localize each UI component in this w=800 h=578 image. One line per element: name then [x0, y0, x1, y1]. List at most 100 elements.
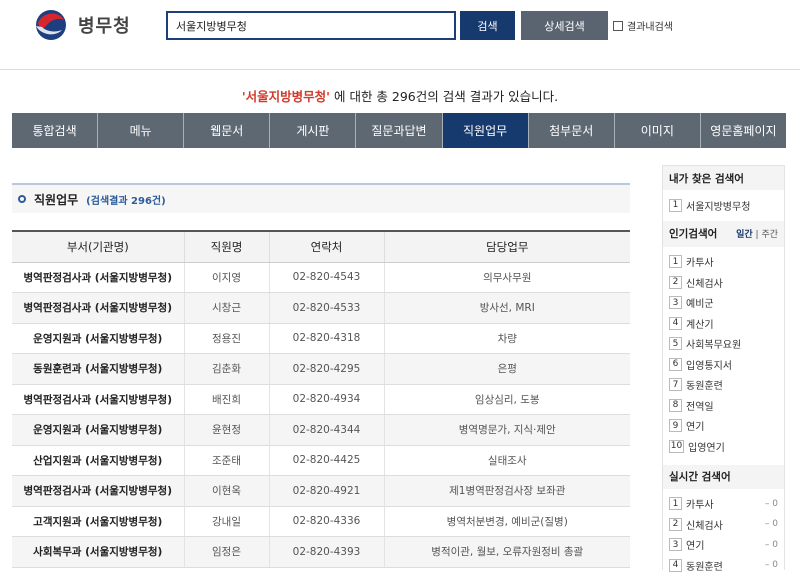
realtime-searches-list: 1 카투사 – 0 2 신체검사 – 0 3 연기 – 0 4 동원훈련 – 0: [663, 489, 784, 578]
cell-staff-name: 정용진: [184, 323, 270, 354]
summary-keyword: '서울지방병무청': [241, 89, 330, 104]
tab-web-documents[interactable]: 웹문서: [184, 113, 271, 148]
cell-duties: 임상심리, 도봉: [384, 384, 630, 415]
table-row[interactable]: 동원훈련과 (서울지방병무청) 김춘화 02-820-4295 은평: [12, 353, 630, 385]
rank-number: 7: [669, 378, 682, 392]
advanced-search-button[interactable]: 상세검색: [521, 11, 608, 40]
col-contact: 연락처: [269, 230, 385, 263]
popular-searches-list: 1 카투사 2 신체검사 3 예비군 4 계산기 5 사회복무요원 6 입영통지서 7 동원훈련 8 전역일 9…: [663, 247, 784, 459]
popular-search-item[interactable]: 10 입영연기: [669, 436, 778, 457]
cell-department: 산업지원과 (서울지방병무청): [12, 445, 185, 476]
tab-english-homepage[interactable]: 영문홈페이지: [700, 113, 786, 148]
cell-duties: 병역처분변경, 예비군(질병): [384, 506, 630, 537]
table-row[interactable]: 사회복무과 (서울지방병무청) 임정은 02-820-4393 병적이관, 월보, 오…: [12, 536, 630, 568]
my-search-item[interactable]: 1 서울지방병무청: [669, 195, 778, 216]
tab-qna[interactable]: 질문과답변: [356, 113, 443, 148]
cell-department: 병역판정검사과 (서울지방병무청): [12, 384, 185, 415]
search-term: 동원훈련: [686, 561, 723, 573]
realtime-search-item[interactable]: 4 동원훈련 – 0: [669, 555, 778, 576]
cell-duties: 제1병역판정검사장 보좌관: [384, 475, 630, 507]
col-department: 부서(기관명): [12, 230, 185, 263]
cell-duties: 은평: [384, 353, 630, 385]
search-term: 연기: [686, 541, 705, 553]
table-row[interactable]: 산업지원과 (서울지방병무청) 조준태 02-820-4425 실태조사: [12, 445, 630, 476]
realtime-search-item[interactable]: 1 카투사 – 0: [669, 494, 778, 515]
col-duties: 담당업무: [384, 230, 630, 263]
tab-images[interactable]: 이미지: [614, 113, 701, 148]
logo-text[interactable]: 병무청: [78, 12, 131, 38]
byeongmucheong-logo-icon[interactable]: [34, 8, 72, 42]
table-row[interactable]: 병역판정검사과 (서울지방병무청) 이현옥 02-820-4921 제1병역판정검사장…: [12, 475, 630, 507]
search-term: 전역일: [686, 401, 714, 413]
within-results-checkbox[interactable]: [613, 20, 623, 31]
search-button[interactable]: 검색: [460, 11, 515, 40]
table-row[interactable]: 운영지원과 (서울지방병무청) 윤현정 02-820-4344 병역명문가, 지식·제…: [12, 414, 630, 446]
realtime-search-item[interactable]: 3 연기 – 0: [669, 535, 778, 556]
cell-contact: 02-820-4344: [269, 414, 385, 446]
col-staff-name: 직원명: [184, 230, 270, 263]
search-term: 연기: [686, 422, 705, 434]
result-summary: '서울지방병무청' 에 대한 총 296건의 검색 결과가 있습니다.: [0, 86, 800, 105]
cell-contact: 02-820-4934: [269, 384, 385, 415]
cell-department: 병역판정검사과 (서울지방병무청): [12, 475, 185, 507]
popular-search-item[interactable]: 9 연기: [669, 416, 778, 437]
search-within-results[interactable]: 결과내검색: [613, 18, 673, 33]
cell-department: 운영지원과 (서울지방병무청): [12, 323, 185, 354]
popular-searches-header: 인기검색어 일간 | 주간: [663, 220, 784, 247]
popular-search-item[interactable]: 5 사회복무요원: [669, 334, 778, 355]
sidebar: 내가 찾은 검색어 1 서울지방병무청 인기검색어 일간 | 주간 1 카투사 2 신…: [662, 165, 785, 573]
table-row[interactable]: 고객지원과 (서울지방병무청) 강내일 02-820-4336 병역처분변경, 예비군…: [12, 506, 630, 537]
search-term: 카투사: [686, 258, 714, 270]
popular-search-item[interactable]: 1 카투사: [669, 252, 778, 273]
popular-search-item[interactable]: 8 전역일: [669, 395, 778, 416]
rank-number: 10: [669, 439, 684, 453]
rank-number: 4: [669, 316, 682, 330]
cell-staff-name: 윤현정: [184, 414, 270, 446]
period-toggle: 일간 | 주간: [736, 230, 778, 240]
rank-number: 1: [669, 198, 682, 212]
cell-duties: 병역명문가, 지식·제안: [384, 414, 630, 446]
cell-department: 병역판정검사과 (서울지방병무청): [12, 292, 185, 324]
cell-staff-name: 강내일: [184, 506, 270, 537]
table-row[interactable]: 병역판정검사과 (서울지방병무청) 이지영 02-820-4543 의무사무원: [12, 262, 630, 293]
table-row[interactable]: 운영지원과 (서울지방병무청) 정용진 02-820-4318 차량: [12, 323, 630, 354]
table-row[interactable]: 병역판정검사과 (서울지방병무청) 시창근 02-820-4533 방사선, MRI: [12, 292, 630, 324]
rank-number: 3: [669, 538, 682, 552]
bullet-circle-icon: [18, 195, 26, 203]
tab-attachments[interactable]: 첨부문서: [528, 113, 615, 148]
popular-search-item[interactable]: 2 신체검사: [669, 272, 778, 293]
tab-integrated[interactable]: 통합검색: [12, 113, 99, 148]
cell-contact: 02-820-4336: [269, 506, 385, 537]
table-row[interactable]: 병역판정검사과 (서울지방병무청) 배진희 02-820-4934 임상심리, 도봉: [12, 384, 630, 415]
cell-duties: 병적이관, 월보, 오류자원정비 총괄: [384, 536, 630, 568]
my-searches-title: 내가 찾은 검색어: [663, 166, 784, 190]
cell-staff-name: 조준태: [184, 445, 270, 476]
popular-search-item[interactable]: 6 입영통지서: [669, 354, 778, 375]
popular-search-item[interactable]: 7 동원훈련: [669, 375, 778, 396]
my-searches-list: 1 서울지방병무청: [663, 190, 784, 221]
section-count: (검색결과 296건): [86, 195, 166, 207]
table-header-row: 부서(기관명) 직원명 연락처 담당업무: [12, 230, 630, 263]
cell-staff-name: 이현옥: [184, 475, 270, 507]
staff-table: 부서(기관명) 직원명 연락처 담당업무 병역판정검사과 (서울지방병무청) 이지…: [12, 230, 630, 568]
search-input[interactable]: [166, 11, 456, 40]
rank-number: 5: [669, 337, 682, 351]
toggle-weekly[interactable]: 주간: [761, 230, 778, 240]
search-term: 계산기: [686, 319, 714, 331]
popular-search-item[interactable]: 4 계산기: [669, 313, 778, 334]
rank-number: 1: [669, 255, 682, 269]
search-term: 입영통지서: [686, 360, 732, 372]
cell-duties: 차량: [384, 323, 630, 354]
toggle-daily[interactable]: 일간: [736, 230, 753, 240]
tab-menu[interactable]: 메뉴: [98, 113, 185, 148]
popular-search-item[interactable]: 3 예비군: [669, 293, 778, 314]
cell-department: 사회복무과 (서울지방병무청): [12, 536, 185, 568]
realtime-search-item[interactable]: 2 신체검사 – 0: [669, 514, 778, 535]
cell-staff-name: 김춘화: [184, 353, 270, 385]
cell-staff-name: 이지영: [184, 262, 270, 293]
tab-board[interactable]: 게시판: [270, 113, 357, 148]
cell-duties: 의무사무원: [384, 262, 630, 293]
rank-number: 3: [669, 296, 682, 310]
search-term: 신체검사: [686, 520, 723, 532]
tab-staff-duties[interactable]: 직원업무: [442, 113, 529, 148]
